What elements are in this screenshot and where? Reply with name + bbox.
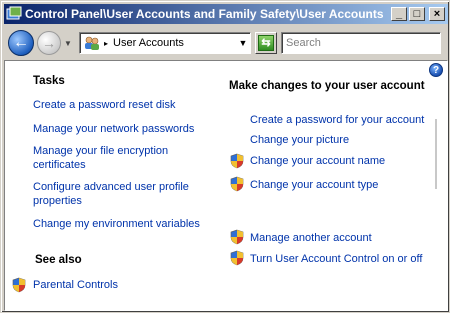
change-account-type-link[interactable]: Change your account type — [250, 178, 378, 192]
address-bar[interactable]: ▸ User Accounts ▼ — [79, 32, 251, 54]
navigation-bar: ← → ▼ ▸ User Accounts ▼ ⇆ — [4, 27, 448, 59]
section-divider — [435, 119, 437, 189]
change-account-name-link[interactable]: Change your account name — [250, 154, 385, 168]
control-panel-icon — [6, 6, 22, 22]
tasks-heading: Tasks — [33, 75, 65, 87]
maximize-button[interactable]: □ — [409, 7, 425, 21]
refresh-icon: ⇆ — [258, 35, 274, 51]
task-configure-profile-properties[interactable]: Configure advanced user profile properti… — [33, 180, 213, 208]
task-change-environment-variables[interactable]: Change my environment variables — [33, 217, 200, 231]
back-arrow-icon: ← — [13, 34, 29, 51]
help-icon[interactable]: ? — [429, 63, 443, 77]
manage-another-account-link[interactable]: Manage another account — [250, 231, 372, 245]
address-dropdown-icon[interactable]: ▼ — [236, 38, 250, 48]
change-picture-link[interactable]: Change your picture — [250, 133, 349, 147]
turn-uac-on-off-link[interactable]: Turn User Account Control on or off — [250, 252, 422, 266]
recent-pages-dropdown[interactable]: ▼ — [63, 38, 73, 48]
uac-shield-icon — [230, 250, 244, 266]
window: Control Panel\User Accounts and Family S… — [0, 0, 450, 313]
create-password-link[interactable]: Create a password for your account — [250, 113, 424, 127]
uac-shield-icon — [230, 229, 244, 245]
main-heading: Make changes to your user account — [229, 80, 425, 92]
forward-button[interactable]: → — [37, 31, 61, 55]
title-bar: Control Panel\User Accounts and Family S… — [4, 4, 448, 24]
window-title: Control Panel\User Accounts and Family S… — [25, 7, 384, 21]
task-manage-encryption-certificates[interactable]: Manage your file encryption certificates — [33, 144, 213, 172]
address-text: User Accounts — [113, 37, 184, 49]
uac-shield-icon — [12, 277, 26, 293]
task-manage-network-passwords[interactable]: Manage your network passwords — [33, 122, 194, 136]
breadcrumb-separator-icon[interactable]: ▸ — [104, 39, 108, 48]
see-also-heading: See also — [35, 254, 82, 266]
forward-arrow-icon: → — [42, 35, 56, 51]
uac-shield-icon — [230, 176, 244, 192]
uac-shield-icon — [230, 153, 244, 169]
user-accounts-icon — [83, 35, 101, 51]
minimize-button[interactable]: _ — [391, 7, 407, 21]
back-button[interactable]: ← — [8, 30, 34, 56]
close-button[interactable]: × — [429, 7, 445, 21]
parental-controls-link[interactable]: Parental Controls — [33, 278, 118, 292]
search-box[interactable] — [281, 32, 441, 54]
content-pane: ? Tasks Create a password reset disk Man… — [4, 60, 448, 311]
task-create-password-reset-disk[interactable]: Create a password reset disk — [33, 98, 175, 112]
search-input[interactable] — [286, 37, 440, 49]
refresh-button[interactable]: ⇆ — [255, 32, 277, 54]
